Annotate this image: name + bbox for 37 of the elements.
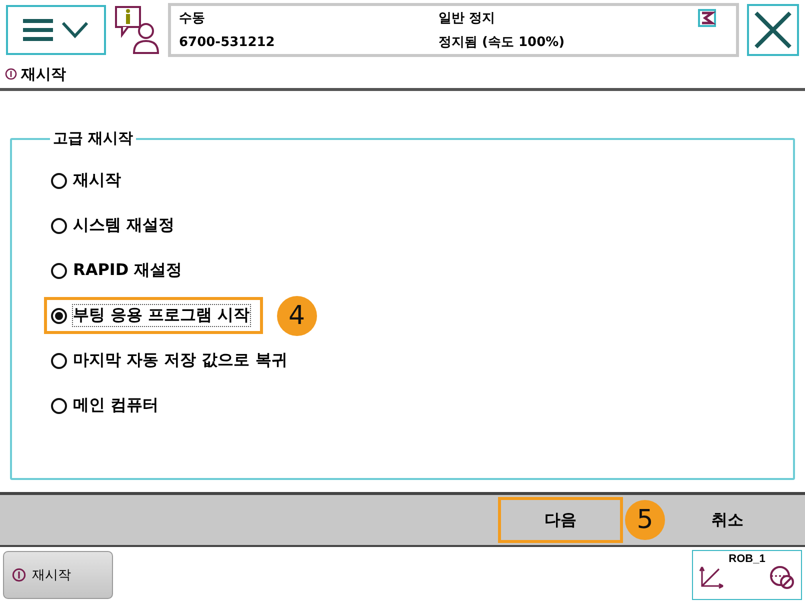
program-status-icon bbox=[698, 9, 716, 27]
chevron-down-icon bbox=[61, 21, 89, 39]
menu-button[interactable] bbox=[6, 5, 106, 55]
system-name-text: 6700-531212 bbox=[179, 34, 276, 50]
radio-button[interactable] bbox=[51, 352, 67, 368]
radio-button[interactable] bbox=[51, 398, 67, 414]
status-panel[interactable]: 수동 일반 정지 6700-531212 정지됨 (속도 100%) bbox=[168, 3, 739, 57]
radio-button[interactable] bbox=[51, 172, 67, 188]
step-callout: 4 bbox=[276, 296, 317, 336]
speed-text: 정지됨 (속도 100%) bbox=[438, 34, 566, 51]
info-icon bbox=[12, 568, 26, 582]
taskbar-button[interactable]: 재시작 bbox=[3, 551, 113, 599]
option-label[interactable]: 시스템 재설정 bbox=[73, 215, 175, 236]
quickset-button[interactable]: ROB_1 bbox=[692, 550, 802, 600]
mode-text: 수동 bbox=[179, 10, 206, 27]
event-log-icon[interactable] bbox=[114, 5, 160, 55]
radio-button[interactable] bbox=[51, 308, 67, 324]
menu-icon bbox=[23, 19, 53, 41]
group-title: 고급 재시작 bbox=[52, 129, 134, 148]
close-button[interactable] bbox=[747, 4, 799, 56]
close-icon bbox=[753, 10, 793, 50]
option-label[interactable]: 마지막 자동 저장 값으로 복귀 bbox=[73, 350, 288, 371]
radio-button[interactable] bbox=[51, 262, 67, 278]
option-label[interactable]: 메인 컴퓨터 bbox=[73, 395, 159, 416]
state-text: 일반 정지 bbox=[438, 10, 496, 27]
option-label[interactable]: RAPID 재설정 bbox=[73, 260, 182, 281]
page-title: 재시작 bbox=[21, 64, 66, 84]
increment-off-icon bbox=[769, 565, 795, 589]
info-icon bbox=[5, 68, 17, 80]
option-label[interactable]: 부팅 응용 프로그램 시작 bbox=[73, 305, 250, 326]
robot-label: ROB_1 bbox=[728, 553, 766, 565]
dialog-button[interactable]: 다음 bbox=[498, 497, 623, 543]
radio-button[interactable] bbox=[51, 218, 67, 234]
option-label[interactable]: 재시작 bbox=[73, 170, 121, 191]
step-callout: 5 bbox=[625, 500, 665, 540]
coordinate-axes-icon bbox=[699, 565, 725, 589]
dialog-button[interactable]: 취소 bbox=[665, 497, 790, 543]
